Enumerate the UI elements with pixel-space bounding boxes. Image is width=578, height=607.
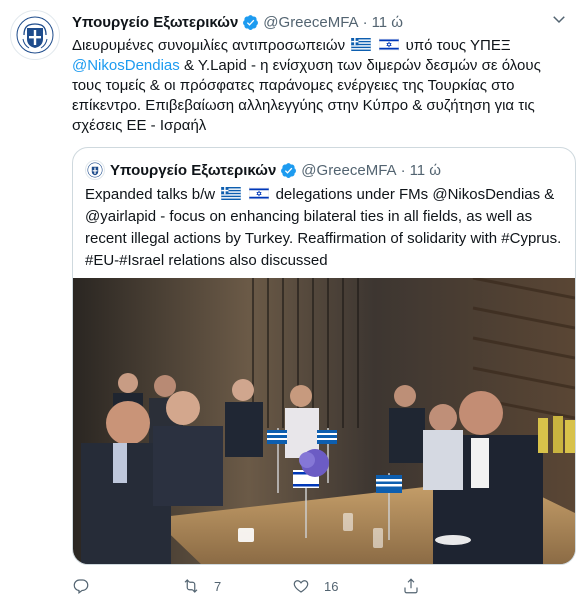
quoted-text-part: Expanded talks b/w: [85, 186, 216, 203]
more-icon[interactable]: [550, 10, 568, 32]
quoted-avatar[interactable]: [85, 160, 105, 180]
israel-flag-icon: [249, 187, 270, 200]
tweet-text: Διευρυμένες συνομιλίες αντιπροσωπειών υπ…: [72, 36, 572, 136]
action-bar: 7 16: [72, 576, 512, 596]
mention-link[interactable]: @NikosDendias: [72, 57, 180, 74]
reply-button[interactable]: [72, 576, 182, 596]
retweet-button[interactable]: 7: [182, 576, 292, 596]
greek-coat-of-arms-logo: [87, 162, 103, 178]
greek-coat-of-arms-logo: [16, 16, 54, 54]
verified-badge-icon: [280, 162, 297, 179]
like-count: 16: [324, 578, 339, 594]
avatar[interactable]: [10, 10, 60, 60]
share-icon: [404, 578, 418, 594]
tweet-text-part: Διευρυμένες συνομιλίες αντιπροσωπειών: [72, 37, 346, 54]
photo-meeting[interactable]: [73, 278, 575, 564]
share-button[interactable]: [402, 576, 512, 596]
reply-icon: [73, 579, 89, 594]
quoted-author-name[interactable]: Υπουργείο Εξωτερικών: [110, 162, 276, 179]
author-handle[interactable]: @GreeceMFA: [263, 14, 358, 31]
israel-flag-icon: [379, 38, 400, 51]
tweet-header: Υπουργείο Εξωτερικών @GreeceMFA · 11 ώ: [72, 12, 403, 32]
separator-dot: ·: [400, 161, 406, 179]
verified-badge-icon: [242, 14, 259, 31]
tweet[interactable]: Υπουργείο Εξωτερικών @GreeceMFA · 11 ώ Δ…: [0, 0, 578, 607]
quoted-tweet[interactable]: Υπουργείο Εξωτερικών @GreeceMFA · 11 ώ E…: [72, 147, 576, 565]
separator-dot: ·: [362, 13, 368, 31]
meeting-photo-image: [73, 278, 575, 564]
author-name[interactable]: Υπουργείο Εξωτερικών: [72, 14, 238, 31]
quoted-tweet-header: Υπουργείο Εξωτερικών @GreeceMFA · 11 ώ: [85, 160, 441, 180]
quoted-author-handle[interactable]: @GreeceMFA: [301, 162, 396, 179]
like-button[interactable]: 16: [292, 576, 402, 596]
retweet-count: 7: [214, 578, 222, 594]
greece-flag-icon: [221, 187, 241, 200]
quoted-timestamp[interactable]: 11 ώ: [410, 162, 441, 179]
timestamp[interactable]: 11 ώ: [372, 14, 403, 31]
quoted-tweet-text: Expanded talks b/w delegations under FMs…: [85, 184, 565, 272]
greece-flag-icon: [351, 38, 371, 51]
tweet-text-part: υπό τους ΥΠΕΞ: [405, 37, 511, 54]
retweet-icon: [184, 579, 198, 593]
heart-icon: [293, 580, 309, 593]
